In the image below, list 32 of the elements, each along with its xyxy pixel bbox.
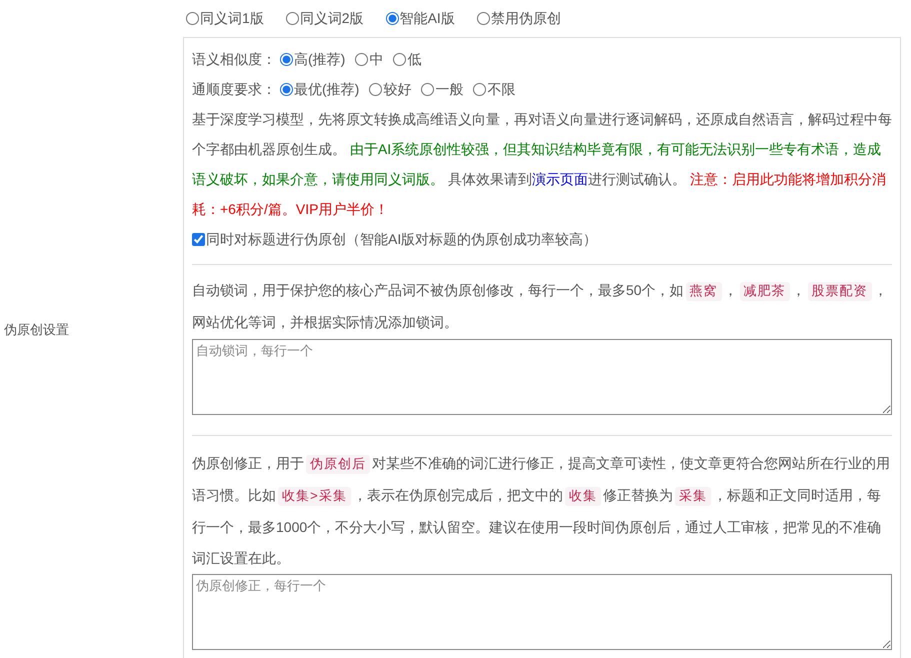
radio-button[interactable] xyxy=(286,12,299,25)
radio-button[interactable] xyxy=(280,52,293,66)
settings-label: 伪原创设置 xyxy=(3,321,70,339)
option-label: 同义词2版 xyxy=(300,9,364,28)
radio-button[interactable] xyxy=(386,12,399,25)
option-label: 禁用伪原创 xyxy=(490,9,561,28)
auto-lock-description: 自动锁词，用于保护您的核心产品词不被伪原创修改，每行一个，最多50个，如 燕窝 ， 减肥茶 ， 股票配资 ，网站优化等词，并根据实际情况添加锁词。 xyxy=(192,281,889,332)
option-label: 智能AI版 xyxy=(400,9,455,28)
field-label: 语义相似度： xyxy=(192,50,276,68)
radio-button[interactable] xyxy=(421,82,434,96)
option-label: 最优(推荐) xyxy=(294,80,360,99)
option-label: 低 xyxy=(407,50,422,68)
correction-description: 伪原创修正，用于 伪原创后 对某些不准确的词汇进行修正，提高文章可读性，使文章更符合您网站所在行业的用语习惯。比如 收集>采集 ，表示在伪原创完成后，把文中的 收集 修正替换为 采集 ，标题和正文同时适用，每行一个，最多1000个，不分大小写，默认留空。建议在使用一段时间伪原创后，通过人工审核，把常见的不准确词汇设置在此。 xyxy=(192,454,891,568)
radio-button[interactable] xyxy=(393,52,406,66)
correction-field[interactable]: 伪原创修正，每行一个 xyxy=(192,574,892,650)
ai-description: 基于深度学习模型，先将原文转换成高维语义向量，再对语义向量进行逐词解码，还原成自然语言，解码过程中每个字都由机器原创生成。 由于AI系统原创性较强，但其知识结构毕竟有限，有可能无法识别一些专有术语，造成语义破坏，如果介意，请使用同义词版。 具体效果请到演示页面进行测试确认。 注意：启用此功能将增加积分消耗：+6积分/篇。VIP用户半价！ xyxy=(192,110,892,219)
auto-lock-field[interactable]: 自动锁词，每行一个 xyxy=(192,339,892,415)
checkbox[interactable] xyxy=(192,232,205,246)
radio-button[interactable] xyxy=(369,82,382,96)
option-label: 中 xyxy=(369,50,384,68)
checkbox-label: 同时对标题进行伪原创（智能AI版对标题的伪原创成功率较高） xyxy=(206,230,598,248)
radio-button[interactable] xyxy=(476,12,490,25)
radio-button[interactable] xyxy=(280,82,293,96)
option-label: 较好 xyxy=(383,80,412,98)
radio-button[interactable] xyxy=(473,82,486,96)
option-label: 同义词1版 xyxy=(200,9,264,28)
option-label: 高(推荐) xyxy=(294,50,346,69)
option-label: 一般 xyxy=(435,80,464,98)
field-label: 通顺度要求： xyxy=(192,80,276,98)
radio-button[interactable] xyxy=(186,12,199,25)
radio-button[interactable] xyxy=(355,52,368,66)
option-label: 不限 xyxy=(487,80,516,98)
